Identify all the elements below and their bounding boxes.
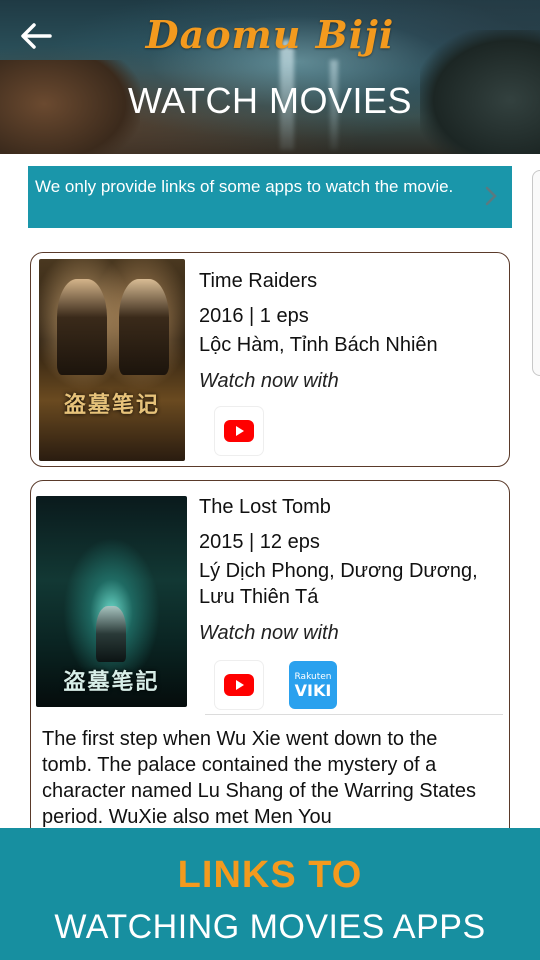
- movie-title: The Lost Tomb: [199, 496, 331, 518]
- divider: [205, 714, 503, 715]
- info-banner[interactable]: We only provide links of some apps to wa…: [28, 166, 512, 228]
- youtube-logo-shape: [224, 674, 254, 696]
- poster-title-text: 盗墓笔记: [63, 392, 160, 418]
- movie-info: The Lost Tomb 2015 | 12 eps Lý Dịch Phon…: [199, 493, 499, 646]
- promo-headline: LINKS TO: [177, 854, 363, 896]
- viki-brand-small: Rakuten: [294, 671, 332, 682]
- viki-brand-name: VIKI: [294, 680, 332, 700]
- movie-meta: 2016 | 1 eps: [199, 305, 309, 327]
- movie-poster[interactable]: 盗墓笔記: [36, 496, 187, 707]
- chevron-right-icon: [485, 186, 497, 206]
- movie-card[interactable]: 盗墓笔記 The Lost Tomb 2015 | 12 eps Lý Dịch…: [30, 480, 510, 850]
- viki-icon[interactable]: Rakuten VIKI: [289, 661, 337, 709]
- movie-synopsis: The first step when Wu Xie went down to …: [42, 728, 476, 828]
- youtube-icon[interactable]: [215, 407, 263, 455]
- header-banner: Daomu Biji WATCH MOVIES: [0, 0, 540, 154]
- app-links: [215, 407, 263, 455]
- youtube-icon[interactable]: [215, 661, 263, 709]
- movie-cast: Lộc Hàm, Tỉnh Bách Nhiên: [199, 334, 438, 356]
- movie-meta: 2015 | 12 eps: [199, 531, 320, 553]
- promo-banner: LINKS TO WATCHING MOVIES APPS: [0, 828, 540, 960]
- watch-now-label: Watch now with: [199, 370, 339, 392]
- info-banner-text: We only provide links of some apps to wa…: [35, 177, 454, 196]
- poster-figure: [119, 279, 169, 375]
- promo-subheadline: WATCHING MOVIES APPS: [54, 908, 486, 946]
- movie-info: Time Raiders 2016 | 1 eps Lộc Hàm, Tỉnh …: [199, 267, 499, 394]
- watch-now-label: Watch now with: [199, 622, 339, 644]
- movie-poster[interactable]: 盗墓笔记: [39, 259, 185, 461]
- movie-cast: Lý Dịch Phong, Dương Dương, Lưu Thiên Tá: [199, 560, 478, 608]
- side-panel-edge[interactable]: [532, 170, 540, 376]
- page-title: WATCH MOVIES: [128, 80, 412, 121]
- app-links: Rakuten VIKI: [215, 661, 337, 709]
- poster-figure: [57, 279, 107, 375]
- youtube-logo-shape: [224, 420, 254, 442]
- app-logo: Daomu Biji: [145, 12, 395, 57]
- movie-card[interactable]: 盗墓笔记 Time Raiders 2016 | 1 eps Lộc Hàm, …: [30, 252, 510, 467]
- poster-title-text: 盗墓笔記: [63, 669, 160, 695]
- poster-figure: [96, 606, 126, 662]
- movie-title: Time Raiders: [199, 270, 318, 292]
